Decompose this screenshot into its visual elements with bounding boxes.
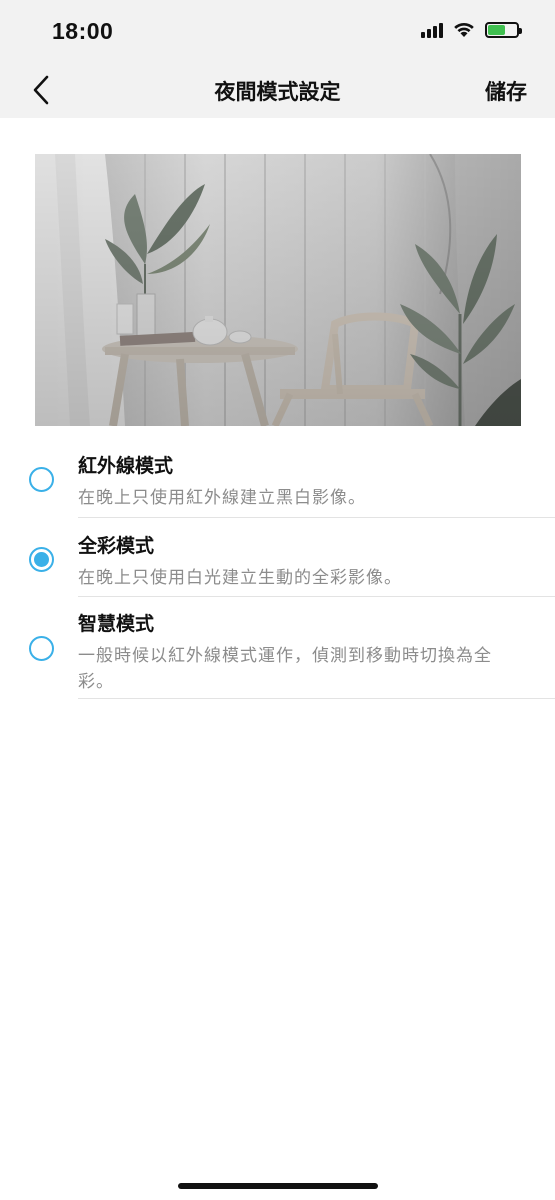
option-infrared-mode[interactable]: 紅外線模式 在晚上只使用紅外線建立黑白影像。 xyxy=(0,438,555,518)
radio-button-full-color[interactable] xyxy=(29,547,54,572)
option-text: 全彩模式 在晚上只使用白光建立生動的全彩影像。 xyxy=(78,518,555,597)
navigation-bar: 夜間模式設定 儲存 xyxy=(0,62,555,118)
option-title: 全彩模式 xyxy=(78,535,155,557)
option-text: 紅外線模式 在晚上只使用紅外線建立黑白影像。 xyxy=(78,438,555,518)
status-bar: 18:00 xyxy=(0,0,555,62)
camera-preview-image xyxy=(35,154,521,426)
option-smart-mode[interactable]: 智慧模式 一般時候以紅外線模式運作，偵測到移動時切換為全彩。 xyxy=(0,597,555,699)
signal-icon xyxy=(421,22,443,38)
option-full-color-mode[interactable]: 全彩模式 在晚上只使用白光建立生動的全彩影像。 xyxy=(0,518,555,597)
status-icons xyxy=(421,22,522,38)
radio-button-infrared[interactable] xyxy=(29,467,54,492)
radio-button-smart[interactable] xyxy=(29,636,54,661)
option-text: 智慧模式 一般時候以紅外線模式運作，偵測到移動時切換為全彩。 xyxy=(78,597,555,699)
option-description: 一般時候以紅外線模式運作，偵測到移動時切換為全彩。 xyxy=(78,646,492,692)
option-title: 智慧模式 xyxy=(78,613,155,635)
home-indicator[interactable] xyxy=(178,1183,378,1189)
page-title: 夜間模式設定 xyxy=(214,80,341,104)
wifi-icon xyxy=(453,22,475,38)
battery-icon xyxy=(485,22,522,38)
night-mode-options: 紅外線模式 在晚上只使用紅外線建立黑白影像。 全彩模式 在晚上只使用白光建立生動… xyxy=(0,438,555,699)
option-description: 在晚上只使用白光建立生動的全彩影像。 xyxy=(78,568,402,588)
save-button[interactable]: 儲存 xyxy=(485,76,527,106)
option-title: 紅外線模式 xyxy=(78,455,174,477)
option-description: 在晚上只使用紅外線建立黑白影像。 xyxy=(78,488,366,508)
status-time: 18:00 xyxy=(52,18,114,44)
